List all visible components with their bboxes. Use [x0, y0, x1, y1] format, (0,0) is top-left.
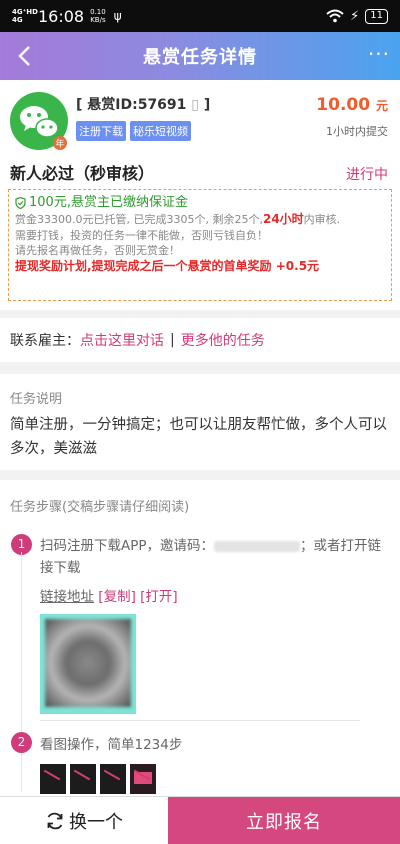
- screenshot-thumbnail[interactable]: [40, 764, 66, 794]
- logo-badge: 年: [55, 138, 64, 150]
- description-label: 任务说明: [10, 392, 63, 407]
- signup-button[interactable]: 立即报名: [168, 797, 400, 844]
- usb-icon: ψ: [113, 9, 122, 23]
- status-bar: 4G⁺HD 4G 16:08 0.10 KB/s ψ ⚡ 11: [0, 0, 400, 32]
- task-title: 新人必过（秒审核）: [10, 164, 155, 183]
- steps-label: 任务步骤(交稿步骤请仔细阅读): [10, 500, 190, 515]
- screenshot-thumbnail[interactable]: [130, 764, 156, 794]
- reward-plan-line: 提现奖励计划,提现完成之后一个悬赏的首单奖励 +0.5元: [15, 258, 320, 273]
- switch-label: 换一个: [69, 811, 123, 833]
- guarantee-line: 100元,悬赏主已缴纳保证金: [15, 194, 385, 212]
- open-link-button[interactable]: [打开]: [140, 589, 178, 605]
- task-id: [ 悬赏ID:57691 ▯ ]: [76, 97, 211, 113]
- refresh-icon: [47, 812, 63, 829]
- title-bar: 悬赏任务详情 ···: [0, 32, 400, 80]
- screenshot-thumbnail[interactable]: [70, 764, 96, 794]
- task-header-card: 年 [ 悬赏ID:57691 ▯ ] 注册下载 秘乐短视频 10.00 元 1小…: [0, 80, 400, 152]
- step-1-text: 扫码注册下载APP，邀请码： ；或者打开链接下载: [40, 538, 382, 576]
- link-address[interactable]: 链接地址: [40, 589, 94, 605]
- submit-time: 1小时内提交: [326, 125, 388, 138]
- tag-app-name: 秘乐短视频: [130, 121, 191, 141]
- step-1-link-row: 链接地址 [复制] [打开]: [40, 585, 178, 605]
- switch-task-button[interactable]: 换一个: [0, 797, 168, 844]
- invite-code-blurred: [214, 540, 301, 552]
- step-number: 2: [11, 732, 32, 753]
- back-button[interactable]: [10, 42, 38, 70]
- status-badge: 进行中: [346, 167, 388, 183]
- step-2-screenshots: [40, 764, 156, 794]
- tag-register-download: 注册下载: [76, 121, 126, 141]
- network-indicator: 4G⁺HD 4G: [12, 8, 38, 24]
- clock: 16:08: [38, 6, 85, 26]
- description-text: 简单注册，一分钟搞定；也可以让朋友帮忙做，多个人可以多次，美滋滋: [10, 417, 387, 457]
- qr-code-blurred: [45, 619, 131, 707]
- charging-icon: ⚡: [350, 8, 360, 24]
- step-connector: [21, 552, 22, 792]
- wechat-logo-icon: 年: [10, 92, 68, 150]
- notice-box: 100元,悬赏主已缴纳保证金 赏金33300.0元已托管, 已完成3305个, …: [8, 189, 392, 301]
- shield-check-icon: [15, 197, 26, 209]
- copy-link-button[interactable]: [复制]: [98, 589, 136, 605]
- task-tags: 注册下载 秘乐短视频: [76, 121, 191, 141]
- copy-icon[interactable]: ▯: [191, 97, 199, 113]
- page-title: 悬赏任务详情: [143, 47, 257, 68]
- task-main-card: 新人必过（秒审核） 进行中 100元,悬赏主已缴纳保证金 赏金33300.0元已…: [0, 152, 400, 310]
- network-speed: 0.10 KB/s: [90, 8, 106, 24]
- chat-link[interactable]: 点击这里对话: [80, 330, 164, 350]
- step-divider: [40, 720, 360, 721]
- wifi-icon: [326, 9, 344, 23]
- task-steps-card: 任务步骤(交稿步骤请仔细阅读) 1 扫码注册下载APP，邀请码： ；或者打开链接下…: [0, 480, 400, 796]
- signup-hint-line: 请先报名再做任务，否则无赏金！: [15, 244, 180, 257]
- escrow-line: 赏金33300.0元已托管, 已完成3305个, 剩余25个,24小时内审核.: [15, 212, 341, 226]
- qr-code-image[interactable]: [40, 614, 136, 714]
- step-2-text: 看图操作，简单1234步: [40, 737, 183, 753]
- bottom-action-bar: 换一个 立即报名: [0, 796, 400, 844]
- contact-label: 联系雇主：: [10, 333, 80, 349]
- reward-price: 10.00 元: [316, 95, 388, 115]
- task-description-card: 任务说明 简单注册，一分钟搞定；也可以让朋友帮忙做，多个人可以多次，美滋滋: [0, 374, 400, 470]
- contact-employer-row: 联系雇主： 点击这里对话 | 更多他的任务: [0, 318, 400, 362]
- more-menu-button[interactable]: ···: [368, 44, 390, 64]
- screenshot-thumbnail[interactable]: [100, 764, 126, 794]
- chevron-left-icon: [18, 46, 30, 66]
- warning-line: 需要打钱，投资的任务一律不能做，否则亏钱自负！: [15, 228, 268, 242]
- contact-separator: |: [170, 332, 175, 348]
- battery-indicator: 11: [365, 8, 388, 24]
- more-tasks-link[interactable]: 更多他的任务: [181, 330, 265, 350]
